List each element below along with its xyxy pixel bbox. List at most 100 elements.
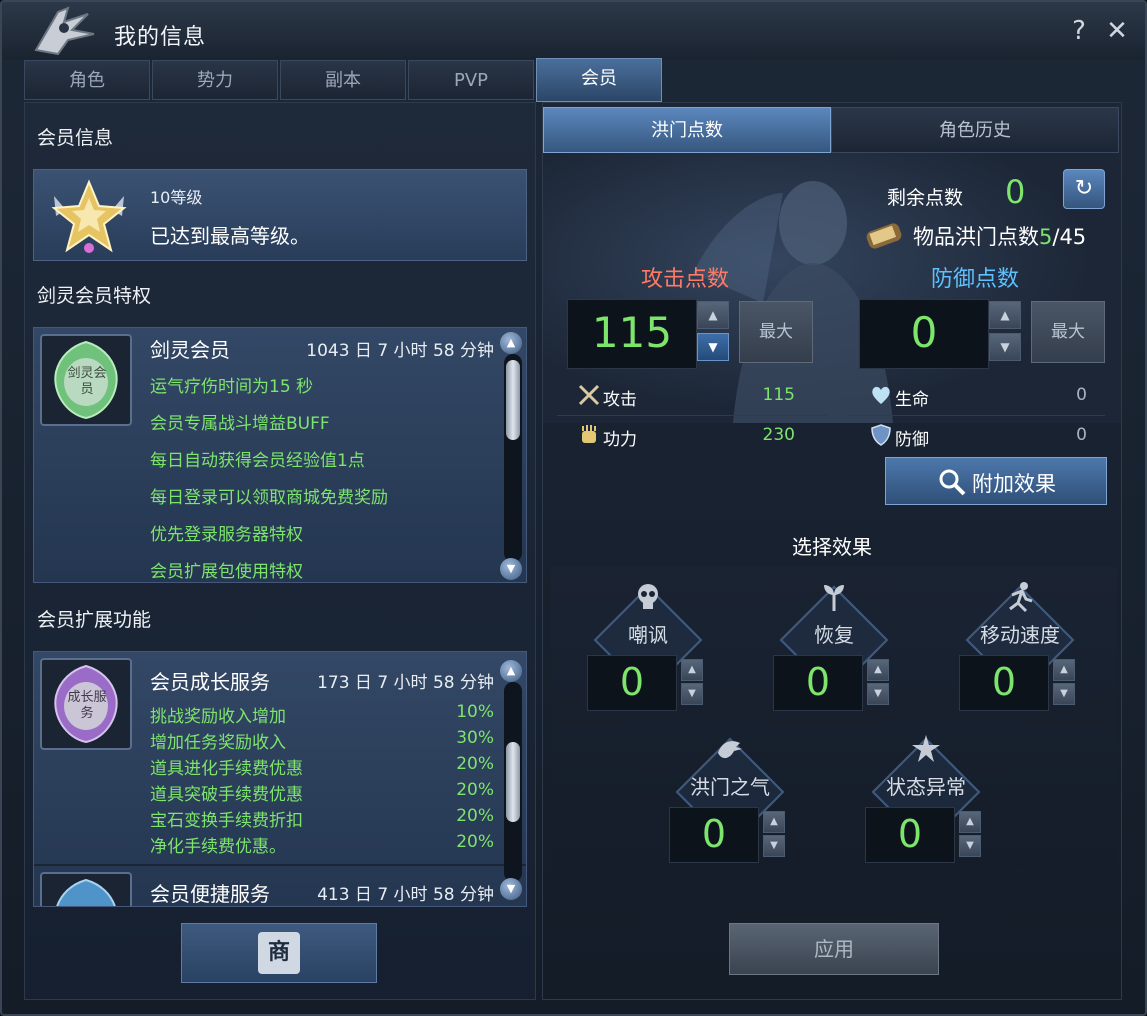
stat-label: 攻击 — [603, 390, 637, 410]
item-divider — [34, 864, 526, 866]
gem-label: 剑灵会员 — [67, 366, 107, 397]
blue-convenience-gem-icon — [40, 872, 132, 906]
effect-value: 0 — [991, 660, 1017, 704]
effect-decrease-button[interactable]: ▼ — [1053, 683, 1075, 705]
growth-perk-label: 道具进化手续费优惠 — [150, 759, 303, 779]
scroll-down-button[interactable]: ▼ — [500, 558, 522, 580]
apply-button[interactable]: 应用 — [729, 923, 939, 975]
tab-dungeon[interactable]: 副本 — [280, 60, 406, 100]
stat-divider — [557, 415, 827, 416]
additional-effects-button[interactable]: 附加效果 — [885, 457, 1107, 505]
shop-button[interactable]: 商 — [181, 923, 377, 983]
effect-decrease-button[interactable]: ▼ — [763, 835, 785, 857]
select-effects-title: 选择效果 — [792, 535, 872, 559]
attack-increase-button[interactable]: ▲ — [697, 301, 729, 329]
attack-max-button[interactable]: 最大 — [739, 301, 813, 363]
effect-increase-button[interactable]: ▲ — [867, 659, 889, 681]
scroll-item-icon — [866, 223, 902, 249]
defense-increase-button[interactable]: ▲ — [989, 301, 1021, 329]
member-level: 10等级 — [150, 188, 203, 207]
effect-decrease-button[interactable]: ▼ — [959, 835, 981, 857]
extension-list[interactable]: 成长服务 会员成长服务 173 日 7 小时 58 分钟 挑战奖励收入增加 10… — [33, 651, 527, 907]
crossed-swords-icon — [578, 384, 600, 406]
gem-label: 成长服务 — [67, 690, 107, 721]
effect-value-box: 0 — [959, 655, 1049, 711]
stat-defense-row: 防御 0 — [869, 419, 1087, 453]
effect-taunt: 嘲讽 0 ▲ ▼ — [573, 581, 723, 721]
effect-value-box: 0 — [587, 655, 677, 711]
attack-points-value: 115 — [591, 308, 673, 357]
growth-perk-label: 道具突破手续费优惠 — [150, 785, 303, 805]
attack-points-title: 攻击点数 — [641, 267, 730, 292]
privilege-heading: 剑灵会员特权 — [37, 285, 152, 307]
growth-service-name: 会员成长服务 — [150, 670, 270, 694]
membership-panel: 会员信息 10等级 已达到最高等级。 剑灵会员特权 剑灵会员 剑灵会员 1043… — [24, 102, 536, 1000]
shop-scroll-icon: 商 — [258, 932, 300, 974]
tab-character[interactable]: 角色 — [24, 60, 150, 100]
tab-pvp[interactable]: PVP — [408, 60, 534, 100]
reset-points-button[interactable]: ↻ — [1063, 169, 1105, 209]
attack-points-box: 115 — [567, 299, 697, 369]
scroll-up-button[interactable]: ▲ — [500, 660, 522, 682]
growth-perk-value: 20% — [456, 832, 494, 852]
extension-scroll-thumb[interactable] — [506, 742, 520, 822]
effect-increase-button[interactable]: ▲ — [1053, 659, 1075, 681]
effect-move-speed: 移动速度 0 ▲ ▼ — [945, 581, 1095, 721]
remaining-points-value: 0 — [1005, 173, 1026, 211]
convenience-service-name: 会员便捷服务 — [150, 882, 270, 906]
effect-decrease-button[interactable]: ▼ — [681, 683, 703, 705]
dragon-icon — [718, 741, 742, 759]
member-info-heading: 会员信息 — [37, 127, 114, 149]
points-panel: 洪门点数 角色历史 剩余点数 0 ↻ 物品洪门点数5/45 攻击点数 防御点数 … — [542, 102, 1122, 1000]
effect-value-box: 0 — [669, 807, 759, 863]
skull-icon — [638, 584, 658, 609]
stat-value: 0 — [1076, 425, 1087, 445]
magnifier-icon — [939, 469, 966, 496]
stat-attack-row: 攻击 115 — [577, 379, 795, 413]
game-logo-icon — [34, 6, 95, 56]
scroll-down-button[interactable]: ▼ — [500, 878, 522, 900]
defense-points-value: 0 — [910, 308, 938, 357]
tab-character-history[interactable]: 角色历史 — [831, 107, 1119, 153]
tab-membership[interactable]: 会员 — [536, 58, 662, 102]
title-bar[interactable]: 我的信息 ? ✕ — [2, 2, 1145, 60]
effect-value-box: 0 — [865, 807, 955, 863]
stat-label: 功力 — [603, 430, 637, 450]
privilege-perk: 会员扩展包使用特权 — [150, 562, 303, 582]
points-subtabs: 洪门点数 角色历史 — [543, 107, 1121, 153]
privilege-scroll-thumb[interactable] — [506, 360, 520, 440]
effect-increase-button[interactable]: ▲ — [681, 659, 703, 681]
effect-increase-button[interactable]: ▲ — [959, 811, 981, 833]
additional-effects-label: 附加效果 — [972, 472, 1056, 496]
extension-heading: 会员扩展功能 — [37, 609, 152, 631]
scroll-up-button[interactable]: ▲ — [500, 332, 522, 354]
running-man-icon — [1009, 582, 1033, 613]
item-points-current: 5 — [1039, 225, 1053, 249]
item-points-label: 物品洪门点数 — [913, 225, 1039, 249]
member-level-box: 10等级 已达到最高等级。 — [33, 169, 527, 261]
close-button[interactable]: ✕ — [1102, 16, 1132, 46]
stat-value: 230 — [762, 425, 795, 445]
growth-perk-value: 20% — [456, 806, 494, 826]
item-points: 物品洪门点数5/45 — [913, 221, 1086, 251]
defense-max-button[interactable]: 最大 — [1031, 301, 1105, 363]
effect-value: 0 — [897, 812, 923, 856]
effect-name: 状态异常 — [886, 775, 966, 799]
effect-increase-button[interactable]: ▲ — [763, 811, 785, 833]
effect-name: 嘲讽 — [628, 623, 668, 647]
attack-decrease-button[interactable]: ▼ — [697, 333, 729, 361]
defense-points-box: 0 — [859, 299, 989, 369]
growth-service-time: 173 日 7 小时 58 分钟 — [317, 673, 494, 693]
tab-hongmen-points[interactable]: 洪门点数 — [543, 107, 831, 153]
growth-perk-value: 20% — [456, 754, 494, 774]
effect-decrease-button[interactable]: ▼ — [867, 683, 889, 705]
tab-faction[interactable]: 势力 — [152, 60, 278, 100]
privilege-name: 剑灵会员 — [150, 338, 230, 362]
privilege-list[interactable]: 剑灵会员 剑灵会员 1043 日 7 小时 58 分钟 运气疗伤时间为15 秒 … — [33, 327, 527, 583]
privilege-perk: 优先登录服务器特权 — [150, 525, 303, 545]
defense-points-title: 防御点数 — [931, 267, 1020, 292]
defense-decrease-button[interactable]: ▼ — [989, 333, 1021, 361]
help-button[interactable]: ? — [1064, 16, 1094, 46]
fist-icon — [582, 425, 596, 443]
shield-icon — [871, 424, 891, 446]
